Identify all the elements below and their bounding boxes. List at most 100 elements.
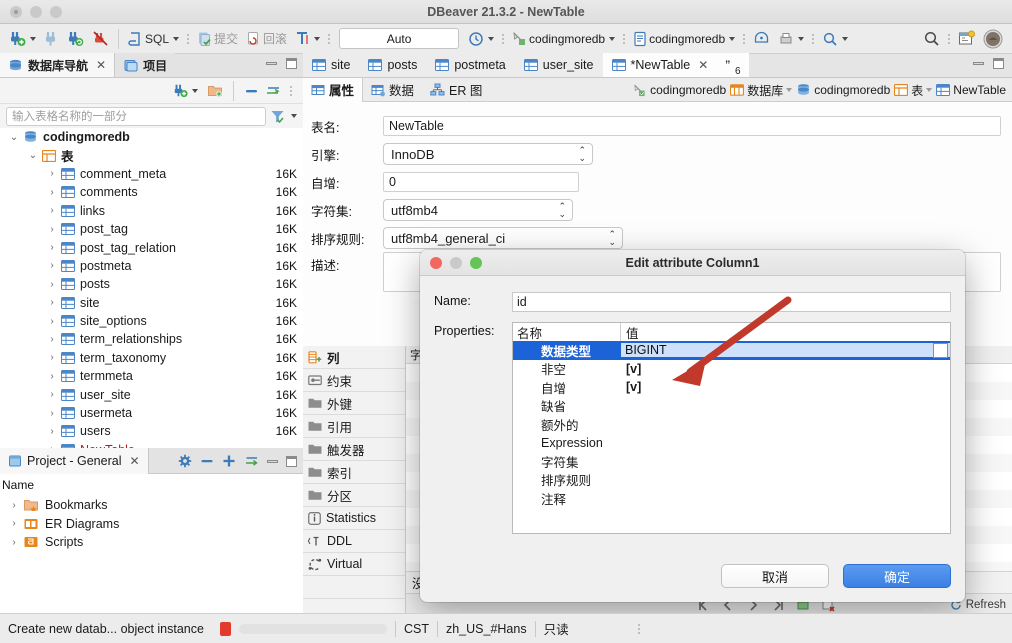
section--[interactable]: 索引 xyxy=(303,461,405,484)
gear-icon[interactable] xyxy=(178,454,192,468)
chevron-down-icon[interactable]: ▼ xyxy=(933,343,948,358)
tree-twisty[interactable]: › xyxy=(8,500,20,511)
tree-item-site[interactable]: ›site16K xyxy=(0,294,303,312)
section--[interactable]: 列 xyxy=(303,346,405,369)
section--[interactable]: 引用 xyxy=(303,415,405,438)
print-button[interactable] xyxy=(775,28,807,50)
property-row[interactable]: 数据类型BIGINT▼ xyxy=(513,341,950,360)
tree-twisty[interactable]: › xyxy=(46,168,58,179)
tree-twisty[interactable]: › xyxy=(46,408,58,419)
invalidate-connection-button[interactable] xyxy=(89,28,112,50)
ok-button[interactable]: 确定 xyxy=(843,564,951,588)
add-icon[interactable] xyxy=(222,454,236,468)
tree-twisty[interactable]: › xyxy=(46,279,58,290)
collapse-all-icon[interactable] xyxy=(200,454,214,468)
section--[interactable]: 约束 xyxy=(303,369,405,392)
tab-project-general[interactable]: Project - General ✕ xyxy=(0,448,149,474)
stop-job-icon[interactable] xyxy=(220,622,231,636)
section--[interactable]: 外键 xyxy=(303,392,405,415)
property-value-editor[interactable]: BIGINT xyxy=(621,343,950,357)
tab-project[interactable]: 项目 xyxy=(115,53,175,77)
transaction-mode-button[interactable] xyxy=(292,28,323,50)
editor-tab-overflow[interactable]: ”6 xyxy=(717,53,748,77)
tree-twisty[interactable]: › xyxy=(8,537,20,548)
link-editor-icon[interactable] xyxy=(244,454,259,468)
connection-selector[interactable]: codingmoredb xyxy=(509,28,618,50)
close-icon[interactable]: ✕ xyxy=(96,58,106,72)
tree-twisty[interactable]: › xyxy=(46,371,58,382)
new-folder-icon[interactable] xyxy=(207,83,223,98)
tree-item-comment-meta[interactable]: ›comment_meta16K xyxy=(0,165,303,183)
tree-item-post-tag[interactable]: ›post_tag16K xyxy=(0,220,303,238)
editor-tab-posts[interactable]: posts xyxy=(359,53,426,77)
section-ddl[interactable]: DDL xyxy=(303,530,405,553)
property-row[interactable]: 自增[v] xyxy=(513,378,950,397)
toolbar-drag-handle-4[interactable] xyxy=(622,30,626,48)
section-statistics[interactable]: Statistics xyxy=(303,507,405,530)
maximize-panel-icon[interactable] xyxy=(993,58,1004,69)
attribute-name-input[interactable]: id xyxy=(512,292,951,312)
tree-item-site-options[interactable]: ›site_options16K xyxy=(0,312,303,330)
search-dropdown-button[interactable] xyxy=(819,28,851,50)
charset-select[interactable]: utf8mb4 ⌃⌄ xyxy=(383,199,573,221)
tree-item-user-site[interactable]: ›user_site16K xyxy=(0,385,303,403)
transaction-mode-field[interactable]: Auto xyxy=(339,28,459,49)
property-row[interactable]: 字符集 xyxy=(513,452,950,471)
tab-database-navigator[interactable]: 数据库导航 ✕ xyxy=(0,53,115,77)
breadcrumb-item--[interactable]: 数据库 xyxy=(730,82,792,99)
tree-item-usermeta[interactable]: ›usermeta16K xyxy=(0,404,303,422)
toolbar-drag-handle-2[interactable] xyxy=(327,30,331,48)
property-row[interactable]: 排序规则 xyxy=(513,471,950,490)
tree-twisty[interactable]: › xyxy=(46,242,58,253)
property-row[interactable]: 缺省 xyxy=(513,397,950,416)
tree-twisty[interactable]: › xyxy=(46,187,58,198)
toolbar-drag-handle-3[interactable] xyxy=(501,30,505,48)
editor-tab-newtable[interactable]: *NewTable✕ xyxy=(603,53,718,77)
close-icon[interactable]: ✕ xyxy=(129,454,139,468)
refresh-connection-button[interactable] xyxy=(64,28,87,50)
property-row[interactable]: 额外的 xyxy=(513,415,950,434)
breadcrumb-item-codingmoredb[interactable]: codingmoredb xyxy=(633,83,726,97)
engine-select[interactable]: InnoDB ⌃⌄ xyxy=(383,143,593,165)
list-item[interactable]: ›ER Diagrams xyxy=(0,515,303,534)
chevron-down-icon[interactable] xyxy=(926,88,932,92)
tree-twisty[interactable]: › xyxy=(46,260,58,271)
navigator-panel-controls[interactable] xyxy=(266,58,297,69)
tree-item-links[interactable]: ›links16K xyxy=(0,202,303,220)
tree-item-posts[interactable]: ›posts16K xyxy=(0,275,303,293)
tree-twisty[interactable]: › xyxy=(46,205,58,216)
property-row[interactable]: 非空[v] xyxy=(513,360,950,379)
tree-twisty[interactable]: › xyxy=(8,518,20,529)
tree-twisty[interactable]: › xyxy=(46,224,58,235)
tree-item-users[interactable]: ›users16K xyxy=(0,422,303,440)
list-item[interactable]: ›Bookmarks xyxy=(0,496,303,515)
editor-tab-user_site[interactable]: user_site xyxy=(515,53,603,77)
toolbar-drag-handle[interactable] xyxy=(186,30,190,48)
section-list[interactable]: 列约束外键引用触发器索引分区StatisticsDDLVirtual xyxy=(303,346,406,615)
chevron-down-icon[interactable] xyxy=(786,88,792,92)
user-avatar-button[interactable] xyxy=(980,28,1006,50)
maximize-panel-icon[interactable] xyxy=(286,58,297,69)
minimize-panel-icon[interactable] xyxy=(266,62,277,65)
perspective-button[interactable] xyxy=(955,28,978,50)
section-virtual[interactable]: Virtual xyxy=(303,553,405,576)
global-search-button[interactable] xyxy=(920,28,943,50)
project-tree[interactable]: ›Bookmarks›ER Diagrams›Scripts xyxy=(0,496,303,552)
section--[interactable]: 触发器 xyxy=(303,438,405,461)
tree-twisty[interactable]: ⌄ xyxy=(8,132,20,143)
tree-item--[interactable]: ⌄表 xyxy=(0,146,303,164)
project-panel-controls[interactable] xyxy=(178,454,297,468)
tree-item-post-tag-relation[interactable]: ›post_tag_relation16K xyxy=(0,238,303,256)
editor-panel-controls[interactable] xyxy=(973,58,1004,69)
tree-item-postmeta[interactable]: ›postmeta16K xyxy=(0,257,303,275)
tree-item-codingmoredb[interactable]: ⌄codingmoredb xyxy=(0,128,303,146)
tab-properties[interactable]: 属性 xyxy=(303,78,363,102)
tree-twisty[interactable]: › xyxy=(46,297,58,308)
auto-increment-input[interactable]: 0 xyxy=(383,172,579,192)
status-resize-handle[interactable] xyxy=(637,620,641,638)
collation-select[interactable]: utf8mb4_general_ci ⌃⌄ xyxy=(383,227,623,249)
toolbar-drag-handle-6[interactable] xyxy=(811,30,815,48)
new-connection-button[interactable] xyxy=(6,28,39,50)
collapse-all-icon[interactable] xyxy=(244,84,259,98)
tree-item-termmeta[interactable]: ›termmeta16K xyxy=(0,367,303,385)
